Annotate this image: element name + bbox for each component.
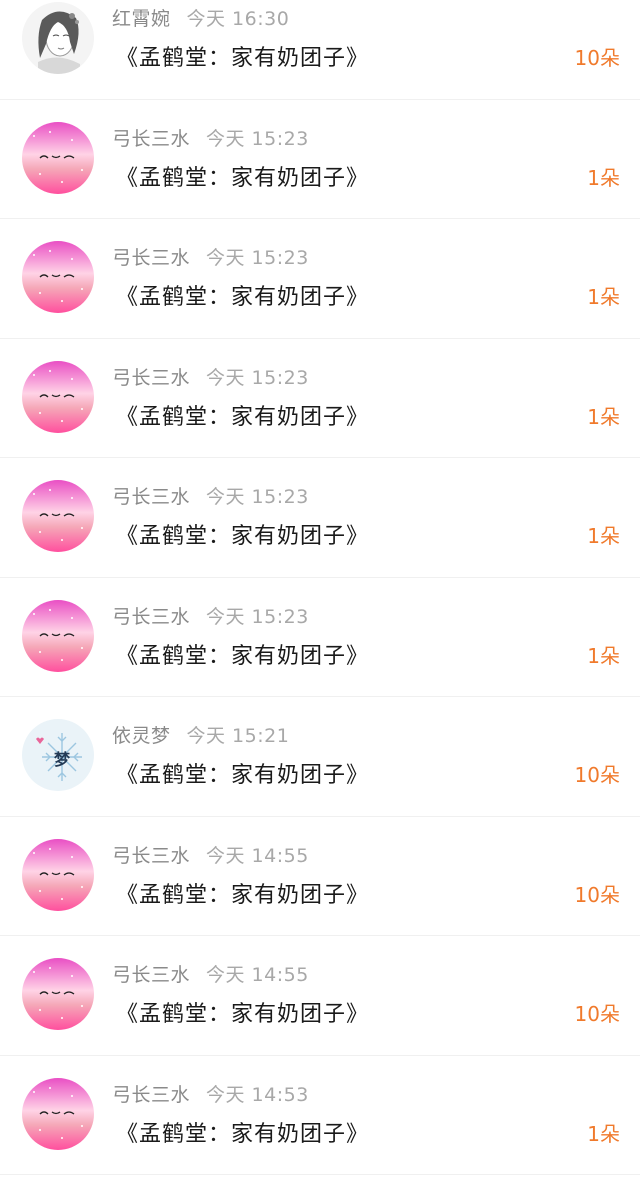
user-name[interactable]: 弓长三水 — [112, 367, 190, 389]
gift-time: 今天 15:21 — [186, 725, 290, 747]
gift-meta: 红霄婉 今天 16:30 — [112, 4, 289, 31]
avatar-pink-glitter[interactable] — [22, 360, 94, 433]
avatar-pink-glitter[interactable] — [22, 241, 94, 313]
gift-meta: 弓长三水 今天 15:23 — [112, 363, 309, 390]
gift-time: 今天 16:30 — [186, 8, 290, 30]
gift-time: 今天 15:23 — [206, 366, 309, 389]
avatar-pink-glitter[interactable] — [22, 1077, 94, 1150]
book-title[interactable]: 《孟鹤堂：家有奶团子》 — [116, 638, 369, 670]
gift-meta: 弓长三水 今天 15:23 — [112, 124, 309, 151]
gift-amount: 10朵 — [574, 882, 620, 907]
user-name[interactable]: 依灵梦 — [112, 725, 171, 747]
user-name[interactable]: 弓长三水 — [112, 606, 190, 628]
book-title[interactable]: 《孟鹤堂：家有奶团子》 — [116, 399, 369, 431]
gift-meta: 弓长三水 今天 14:55 — [112, 841, 309, 868]
gift-meta: 弓长三水 今天 15:23 — [112, 243, 309, 270]
book-title[interactable]: 《孟鹤堂：家有奶团子》 — [116, 1116, 369, 1148]
gift-time: 今天 15:23 — [206, 486, 309, 508]
book-title[interactable]: 《孟鹤堂：家有奶团子》 — [116, 279, 369, 311]
gift-time: 今天 15:23 — [206, 127, 309, 150]
book-title[interactable]: 《孟鹤堂：家有奶团子》 — [116, 757, 369, 789]
user-name[interactable]: 弓长三水 — [112, 486, 190, 508]
book-title[interactable]: 《孟鹤堂：家有奶团子》 — [116, 40, 369, 72]
gift-amount: 10朵 — [574, 1002, 620, 1026]
user-name[interactable]: 弓长三水 — [112, 1084, 190, 1106]
user-name[interactable]: 弓长三水 — [112, 964, 190, 986]
gift-amount: 1朵 — [587, 524, 620, 548]
user-name[interactable]: 红霄婉 — [112, 8, 171, 30]
avatar-pink-glitter[interactable] — [22, 480, 94, 552]
gift-amount: 1朵 — [587, 285, 620, 309]
gift-row[interactable]: 弓长三水 今天 15:23 《孟鹤堂：家有奶团子》 1朵 — [0, 100, 640, 219]
user-name[interactable]: 弓长三水 — [112, 128, 190, 150]
gift-time: 今天 14:55 — [206, 844, 309, 867]
gift-amount: 10朵 — [574, 46, 620, 70]
gift-meta: 弓长三水 今天 14:55 — [112, 960, 309, 987]
svg-text:梦: 梦 — [54, 750, 71, 769]
gift-time: 今天 15:23 — [206, 247, 309, 269]
gift-row[interactable]: 弓长三水 今天 14:55 《孟鹤堂：家有奶团子》 10朵 — [0, 817, 640, 936]
gift-meta: 依灵梦 今天 15:21 — [112, 721, 289, 748]
gift-row[interactable]: 弓长三水 今天 15:23 《孟鹤堂：家有奶团子》 1朵 — [0, 219, 640, 339]
gift-record-list: 红霄婉 今天 16:30 《孟鹤堂：家有奶团子》 10朵 弓长三水 今天 15:… — [0, 0, 640, 1175]
book-title[interactable]: 《孟鹤堂：家有奶团子》 — [116, 996, 369, 1028]
gift-amount: 1朵 — [587, 1121, 620, 1146]
book-title[interactable]: 《孟鹤堂：家有奶团子》 — [116, 877, 369, 909]
gift-row[interactable]: 弓长三水 今天 15:23 《孟鹤堂：家有奶团子》 1朵 — [0, 339, 640, 458]
gift-amount: 10朵 — [574, 763, 620, 787]
gift-row[interactable]: 弓长三水 今天 15:23 《孟鹤堂：家有奶团子》 1朵 — [0, 578, 640, 697]
gift-time: 今天 14:53 — [206, 1083, 309, 1106]
gift-meta: 弓长三水 今天 15:23 — [112, 602, 309, 629]
avatar-portrait-sketch[interactable] — [22, 2, 94, 74]
user-name[interactable]: 弓长三水 — [112, 845, 190, 867]
gift-time: 今天 14:55 — [206, 964, 309, 986]
avatar-pink-glitter[interactable] — [22, 958, 94, 1030]
gift-row[interactable]: 弓长三水 今天 15:23 《孟鹤堂：家有奶团子》 1朵 — [0, 458, 640, 578]
avatar-pink-glitter[interactable] — [22, 599, 94, 672]
avatar-pink-glitter[interactable] — [22, 121, 94, 194]
gift-meta: 弓长三水 今天 15:23 — [112, 482, 309, 509]
gift-row[interactable]: 红霄婉 今天 16:30 《孟鹤堂：家有奶团子》 10朵 — [0, 0, 640, 100]
gift-time: 今天 15:23 — [206, 605, 309, 628]
gift-amount: 1朵 — [587, 643, 620, 668]
book-title[interactable]: 《孟鹤堂：家有奶团子》 — [116, 160, 369, 192]
gift-meta: 弓长三水 今天 14:53 — [112, 1080, 309, 1107]
avatar-pink-glitter[interactable] — [22, 838, 94, 911]
gift-amount: 1朵 — [587, 404, 620, 429]
gift-row[interactable]: 梦 依灵梦 今天 15:21 《孟鹤堂：家有奶团子》 10朵 — [0, 697, 640, 817]
gift-row[interactable]: 弓长三水 今天 14:55 《孟鹤堂：家有奶团子》 10朵 — [0, 936, 640, 1056]
gift-amount: 1朵 — [587, 165, 620, 190]
user-name[interactable]: 弓长三水 — [112, 247, 190, 269]
gift-row[interactable]: 弓长三水 今天 14:53 《孟鹤堂：家有奶团子》 1朵 — [0, 1056, 640, 1175]
avatar-snowflake-dream[interactable]: 梦 — [22, 719, 94, 791]
book-title[interactable]: 《孟鹤堂：家有奶团子》 — [116, 518, 369, 550]
